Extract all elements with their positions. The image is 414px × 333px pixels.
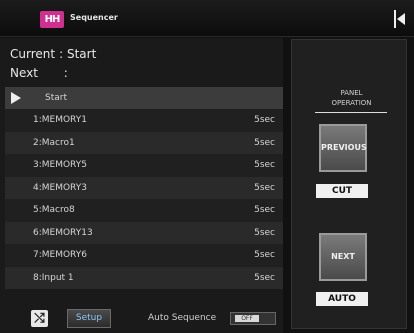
- list-item[interactable]: 2:Macro1 5sec: [5, 131, 283, 154]
- panel-title: PANEL OPERATION: [331, 89, 372, 107]
- next-button[interactable]: NEXT: [319, 233, 367, 281]
- list-item[interactable]: 4:MEMORY3 5sec: [5, 176, 283, 199]
- app-logo-icon: HH: [40, 11, 64, 28]
- next-label: Next: [10, 66, 38, 80]
- bottom-toolbar: ⤭ Setup Auto Sequence OFF: [0, 308, 283, 333]
- cut-button[interactable]: CUT: [316, 184, 368, 198]
- list-item[interactable]: 1:MEMORY1 5sec: [5, 109, 283, 132]
- auto-button[interactable]: AUTO: [316, 292, 368, 306]
- item-name: 5:Macro8: [33, 205, 75, 215]
- list-item[interactable]: 8:Input 1 5sec: [5, 266, 283, 289]
- sequence-start-row[interactable]: Start: [5, 87, 283, 109]
- item-duration: 5sec: [254, 205, 275, 215]
- item-name: 1:MEMORY1: [33, 115, 87, 125]
- sequence-list: Start 1:MEMORY1 5sec 2:Macro1 5sec 3:MEM…: [5, 87, 283, 289]
- item-name: 3:MEMORY5: [33, 160, 87, 170]
- item-name: 4:MEMORY3: [33, 182, 87, 193]
- panel-divider: [315, 112, 387, 113]
- setup-button[interactable]: Setup: [67, 309, 111, 328]
- auto-sequence-toggle[interactable]: OFF: [230, 312, 276, 325]
- shuffle-icon[interactable]: ⤭: [31, 310, 48, 327]
- title-bar: HH Sequencer: [0, 0, 414, 37]
- item-duration: 5sec: [254, 182, 275, 193]
- item-duration: 5sec: [254, 115, 275, 125]
- panel-operation: PANEL OPERATION PREVIOUS CUT NEXT AUTO: [291, 39, 407, 329]
- next-status: Next :: [10, 66, 68, 80]
- item-duration: 5sec: [254, 227, 275, 238]
- toggle-state: OFF: [235, 315, 259, 322]
- item-name: 6:MEMORY13: [33, 227, 93, 238]
- auto-sequence-label: Auto Sequence: [148, 313, 217, 323]
- item-duration: 5sec: [254, 160, 275, 170]
- item-name: 2:Macro1: [33, 137, 75, 148]
- collapse-arrow-icon: [397, 13, 405, 25]
- item-duration: 5sec: [254, 250, 275, 260]
- previous-button[interactable]: PREVIOUS: [319, 124, 367, 172]
- collapse-panel-button[interactable]: [394, 10, 408, 28]
- sequence-pane: Current: Start Next : Start 1:MEMORY1 5s…: [0, 38, 283, 333]
- list-item[interactable]: 3:MEMORY5 5sec: [5, 154, 283, 177]
- current-value: Start: [66, 47, 97, 61]
- list-item[interactable]: 7:MEMORY6 5sec: [5, 244, 283, 267]
- play-icon: [11, 92, 21, 104]
- item-name: 7:MEMORY6: [33, 250, 87, 260]
- current-status: Current: Start: [10, 47, 97, 61]
- item-duration: 5sec: [254, 137, 275, 148]
- start-label: Start: [45, 93, 67, 103]
- list-item[interactable]: 5:Macro8 5sec: [5, 199, 283, 222]
- app-title: Sequencer: [70, 13, 118, 22]
- list-item[interactable]: 6:MEMORY13 5sec: [5, 221, 283, 244]
- item-name: 8:Input 1: [33, 272, 74, 283]
- current-label: Current: [10, 47, 56, 61]
- collapse-bar-icon: [394, 10, 396, 28]
- panel-operation-pane: PANEL OPERATION PREVIOUS CUT NEXT AUTO: [284, 38, 414, 333]
- item-duration: 5sec: [254, 272, 275, 283]
